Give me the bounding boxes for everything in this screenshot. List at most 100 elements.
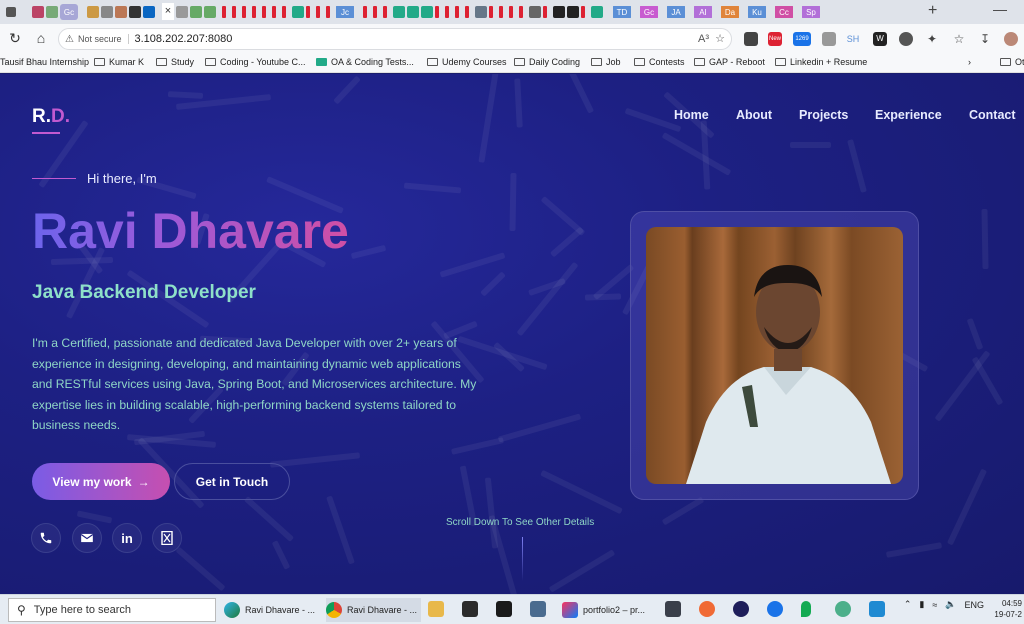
download-icon[interactable]: ↧ bbox=[978, 32, 992, 46]
tab-favicon[interactable]: Jc bbox=[336, 6, 354, 18]
tab-favicon[interactable] bbox=[475, 6, 487, 18]
warning-icon[interactable]: ⚠ bbox=[65, 34, 74, 45]
tab-favicon[interactable] bbox=[101, 6, 113, 18]
tab-favicon[interactable]: Sp bbox=[802, 6, 820, 18]
bookmark-folder[interactable]: Contests bbox=[634, 57, 685, 67]
favorites-icon[interactable]: ☆ bbox=[952, 32, 966, 46]
tab-favicon[interactable] bbox=[316, 6, 320, 18]
extension-w[interactable]: W bbox=[873, 32, 887, 46]
site-logo[interactable]: R.D. bbox=[32, 106, 70, 128]
tab-favicon[interactable] bbox=[455, 6, 459, 18]
tab-favicon[interactable] bbox=[553, 6, 565, 18]
tab-favicon[interactable] bbox=[519, 6, 523, 18]
tab-favicon[interactable] bbox=[46, 6, 58, 18]
wifi-icon[interactable]: ≈ bbox=[932, 600, 937, 610]
nav-home[interactable]: Home bbox=[674, 108, 709, 122]
mongodb-icon[interactable] bbox=[801, 601, 811, 617]
extension-icon[interactable] bbox=[744, 32, 758, 46]
security-label[interactable]: Not secure bbox=[78, 34, 129, 44]
tab-favicon[interactable] bbox=[393, 6, 405, 18]
tab-favicon[interactable] bbox=[252, 6, 256, 18]
new-tab-button[interactable]: + bbox=[928, 2, 937, 20]
hourglass-icon[interactable] bbox=[152, 523, 182, 553]
file-explorer-icon[interactable] bbox=[428, 601, 444, 617]
tab-favicon[interactable] bbox=[306, 6, 310, 18]
extension-icon[interactable] bbox=[822, 32, 836, 46]
tab-favicon[interactable]: Ku bbox=[748, 6, 766, 18]
taskbar-chrome-app[interactable]: Ravi Dhavare - ... bbox=[326, 598, 422, 622]
tab-close-icon[interactable]: × bbox=[162, 3, 174, 20]
extension-icon[interactable] bbox=[899, 32, 913, 46]
tab-favicon[interactable] bbox=[190, 6, 202, 18]
bookmark-folder[interactable]: Daily Coding bbox=[514, 57, 580, 67]
volume-icon[interactable]: 🔈 bbox=[945, 599, 956, 610]
postman-icon[interactable] bbox=[699, 601, 715, 617]
tab-favicon[interactable] bbox=[242, 6, 246, 18]
tab-favicon[interactable] bbox=[326, 6, 330, 18]
tab-favicon[interactable] bbox=[204, 6, 216, 18]
tab-favicon[interactable] bbox=[262, 6, 266, 18]
tab-favicon[interactable] bbox=[489, 6, 493, 18]
tab-favicon[interactable] bbox=[232, 6, 236, 18]
nav-experience[interactable]: Experience bbox=[875, 108, 942, 122]
tab-favicon[interactable] bbox=[567, 6, 579, 18]
tab-actions-icon[interactable] bbox=[6, 7, 16, 17]
tab-favicon[interactable] bbox=[129, 6, 141, 18]
tab-favicon[interactable] bbox=[591, 6, 603, 18]
tab-favicon[interactable]: Gc bbox=[640, 6, 658, 18]
reload-icon[interactable]: ↻ bbox=[6, 30, 24, 47]
mail-icon[interactable] bbox=[72, 523, 102, 553]
get-in-touch-button[interactable]: Get in Touch bbox=[174, 463, 290, 500]
bookmark-folder[interactable]: Udemy Courses bbox=[427, 57, 507, 67]
tab-favicon[interactable] bbox=[435, 6, 439, 18]
tab-favicon[interactable] bbox=[509, 6, 513, 18]
tab-favicon[interactable] bbox=[32, 6, 44, 18]
tab-favicon[interactable] bbox=[529, 6, 541, 18]
profile-avatar[interactable] bbox=[1004, 32, 1018, 46]
linkedin-icon[interactable]: in bbox=[112, 523, 142, 553]
extension-sh[interactable]: SH bbox=[846, 32, 860, 46]
url-bar[interactable]: ⚠ Not secure 3.108.202.207:8080 A³ ☆ bbox=[58, 28, 732, 50]
chevron-up-icon[interactable]: ⌃ bbox=[904, 599, 912, 610]
tab-favicon[interactable] bbox=[421, 6, 433, 18]
extensions-puzzle-icon[interactable]: ✦ bbox=[925, 32, 939, 46]
tab-favicon[interactable] bbox=[373, 6, 377, 18]
app-icon[interactable] bbox=[530, 601, 546, 617]
tab-favicon[interactable] bbox=[445, 6, 449, 18]
tab-favicon[interactable] bbox=[363, 6, 367, 18]
extension-count-badge[interactable]: 1269 bbox=[793, 32, 811, 46]
phone-icon[interactable] bbox=[31, 523, 61, 553]
nav-projects[interactable]: Projects bbox=[799, 108, 848, 122]
cmd-icon[interactable] bbox=[496, 601, 512, 617]
tab-favicon[interactable] bbox=[383, 6, 387, 18]
bookmark-folder[interactable]: Coding - Youtube C... bbox=[205, 57, 306, 67]
vscode-icon[interactable] bbox=[869, 601, 885, 617]
minimize-button[interactable]: — bbox=[993, 1, 1007, 17]
nav-contact[interactable]: Contact bbox=[969, 108, 1016, 122]
app-icon[interactable] bbox=[733, 601, 749, 617]
view-work-button[interactable]: View my work → bbox=[32, 463, 170, 500]
url-text[interactable]: 3.108.202.207:8080 bbox=[135, 33, 233, 45]
bookmark-folder[interactable]: Ot bbox=[1000, 57, 1024, 67]
bookmark-folder[interactable]: GAP - Reboot bbox=[694, 57, 765, 67]
app-icon[interactable] bbox=[665, 601, 681, 617]
tab-favicon[interactable] bbox=[499, 6, 503, 18]
tab-favicon[interactable] bbox=[581, 6, 585, 18]
tab-favicon[interactable]: Gc bbox=[60, 4, 78, 20]
bookmark-item[interactable]: Tausif Bhau Internship bbox=[0, 57, 89, 67]
tab-favicon[interactable] bbox=[222, 6, 226, 18]
tab-favicon[interactable] bbox=[292, 6, 304, 18]
bookmark-folder[interactable]: Linkedin + Resume bbox=[775, 57, 867, 67]
tab-favicon[interactable] bbox=[407, 6, 419, 18]
read-aloud-icon[interactable]: A³ ☆ bbox=[698, 32, 725, 45]
taskbar-intellij-app[interactable]: portfolio2 – pr... bbox=[562, 598, 645, 622]
app-icon[interactable] bbox=[835, 601, 851, 617]
tab-favicon[interactable] bbox=[115, 6, 127, 18]
tab-favicon[interactable]: TD bbox=[613, 6, 631, 18]
tab-favicon[interactable] bbox=[543, 6, 547, 18]
home-icon[interactable]: ⌂ bbox=[32, 30, 50, 46]
tab-favicon[interactable] bbox=[465, 6, 469, 18]
maps-icon[interactable] bbox=[767, 601, 783, 617]
tab-favicon[interactable]: Cc bbox=[775, 6, 793, 18]
tab-favicon[interactable]: JA bbox=[667, 6, 685, 18]
